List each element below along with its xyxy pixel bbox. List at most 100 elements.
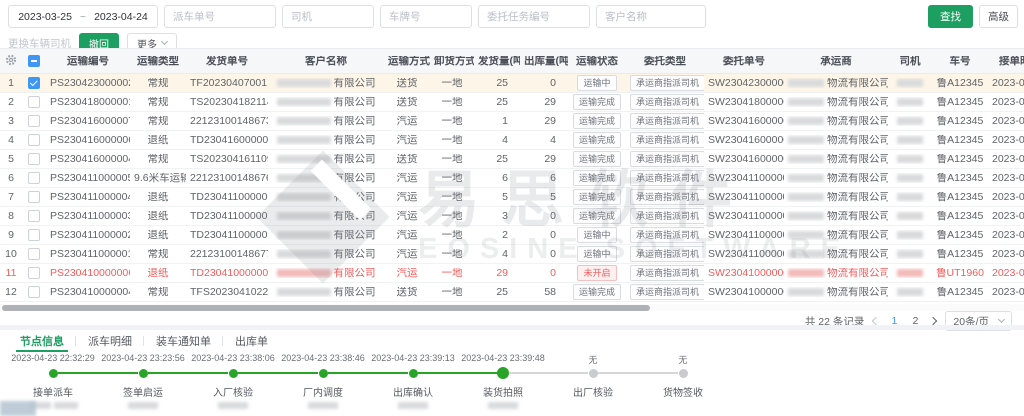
date-range-picker[interactable]: 2023-03-25 ~ 2023-04-24 xyxy=(8,5,158,28)
column-header: 车号 xyxy=(932,56,988,67)
table-header: 运输编号运输类型发货单号客户名称运输方式卸货方式发货量(吨)出库量(吨)运输状态… xyxy=(0,48,1024,74)
transport-type: 常规 xyxy=(130,97,186,108)
timeline-node: 2023-04-23 23:39:48装货拍照 xyxy=(458,353,548,406)
timeline-node-label: 签单启运 xyxy=(98,380,188,394)
transport-type: 退纸 xyxy=(130,211,186,222)
table-row[interactable]: 7PS230411000004退纸TD230411000009有限公司汽运一地5… xyxy=(0,188,1024,207)
table-row[interactable]: 10PS230411000001常规22123100148677有限公司汽运一地… xyxy=(0,245,1024,264)
timeline-node-time: 2023-04-23 23:38:06 xyxy=(188,353,278,366)
driver-input[interactable] xyxy=(282,5,374,28)
date-start[interactable]: 2023-03-25 xyxy=(18,11,72,23)
carrier-name: 物流有限公司 xyxy=(784,268,888,279)
advanced-button[interactable]: 高级 xyxy=(979,5,1018,28)
search-button[interactable]: 查找 xyxy=(928,5,973,28)
row-index: 1 xyxy=(0,78,22,89)
carrier-name: 物流有限公司 xyxy=(784,135,888,146)
row-index: 12 xyxy=(0,287,22,298)
chevron-right-icon[interactable] xyxy=(929,317,937,325)
row-checkbox[interactable] xyxy=(22,172,46,184)
ship-order-no: TD230410000009 xyxy=(186,268,268,279)
transport-status-badge: 运输完成 xyxy=(568,94,626,110)
row-checkbox[interactable] xyxy=(22,77,46,89)
timeline-connector xyxy=(148,372,228,374)
commission-no: SW230411000001 xyxy=(704,249,784,260)
driver-name xyxy=(888,97,932,108)
transport-mode: 汽运 xyxy=(384,268,430,279)
unload-mode: 一地 xyxy=(430,211,474,222)
driver-name xyxy=(888,154,932,165)
ship-qty: 25 xyxy=(474,97,520,108)
tab-dispatch-detail[interactable]: 派车明细 xyxy=(76,330,144,352)
timeline-node-dot-icon xyxy=(679,369,688,378)
row-checkbox[interactable] xyxy=(22,248,46,260)
customer-name-input[interactable] xyxy=(596,5,706,28)
ship-qty: 4 xyxy=(474,135,520,146)
table-row[interactable]: 5PS230416000004常规TS202304161109有限公司送货一地2… xyxy=(0,150,1024,169)
row-checkbox[interactable] xyxy=(22,210,46,222)
customer-name: 有限公司 xyxy=(268,135,384,146)
transport-mode: 送货 xyxy=(384,154,430,165)
out-qty: 29 xyxy=(520,116,568,127)
row-checkbox[interactable] xyxy=(22,134,46,146)
customer-name: 有限公司 xyxy=(268,211,384,222)
tab-outbound-order[interactable]: 出库单 xyxy=(223,330,280,352)
row-checkbox[interactable] xyxy=(22,115,46,127)
table-row[interactable]: 4PS230416000006退纸TD230416000002有限公司汽运一地4… xyxy=(0,131,1024,150)
table-row[interactable]: 1PS230423000002常规TF20230407001有限公司送货一地25… xyxy=(0,74,1024,93)
row-index: 3 xyxy=(0,116,22,127)
timeline-connector xyxy=(418,372,498,374)
table-row[interactable]: 11PS230410000006退纸TD230410000009有限公司汽运一地… xyxy=(0,264,1024,283)
bottom-left-blurred-overlay xyxy=(0,401,36,416)
row-checkbox[interactable] xyxy=(22,229,46,241)
scrollbar-thumb[interactable] xyxy=(2,305,650,311)
customer-name: 有限公司 xyxy=(268,230,384,241)
commission-no: SW230411000003 xyxy=(704,211,784,222)
horizontal-scrollbar[interactable] xyxy=(0,304,1024,311)
commission-no: SW230416000006 xyxy=(704,154,784,165)
tab-loading-notice[interactable]: 装车通知单 xyxy=(144,330,223,352)
table-body: 1PS230423000002常规TF20230407001有限公司送货一地25… xyxy=(0,74,1024,302)
ship-qty: 5 xyxy=(474,192,520,203)
table-row[interactable]: 12PS230410000004常规TFS202304102203有限公司送货一… xyxy=(0,283,1024,302)
transport-type: 常规 xyxy=(130,154,186,165)
tab-node-info[interactable]: 节点信息 xyxy=(8,330,76,352)
row-index: 8 xyxy=(0,211,22,222)
table-row[interactable]: 2PS230418000001常规TS202304182114有限公司送货一地2… xyxy=(0,93,1024,112)
column-header: 运输状态 xyxy=(568,56,626,67)
timeline-node-dot-icon xyxy=(139,369,148,378)
select-all-checkbox[interactable] xyxy=(22,55,46,67)
accept-time: 2023-04- xyxy=(988,211,1024,222)
table-row[interactable]: 3PS230416000007常规22123100148673有限公司汽运一地1… xyxy=(0,112,1024,131)
timeline-node: 2023-04-23 23:39:13出库确认 xyxy=(368,353,458,406)
row-checkbox[interactable] xyxy=(22,286,46,298)
transport-type: 常规 xyxy=(130,249,186,260)
table-row[interactable]: 9PS230411000002退纸TD230411000007有限公司汽运一地2… xyxy=(0,226,1024,245)
table-row[interactable]: 8PS230411000003退纸TD230411000008有限公司汽运一地3… xyxy=(0,207,1024,226)
table-row[interactable]: 6PS2304110000059.6米车运输22123100148676有限公司… xyxy=(0,169,1024,188)
chevron-left-icon[interactable] xyxy=(872,317,880,325)
column-header: 承运商 xyxy=(784,56,888,67)
filter-bar: 2023-03-25 ~ 2023-04-24 查找 高级 xyxy=(8,5,1018,28)
customer-name: 有限公司 xyxy=(268,78,384,89)
carrier-name: 物流有限公司 xyxy=(784,173,888,184)
accept-time: 2023-04- xyxy=(988,287,1024,298)
date-end[interactable]: 2023-04-24 xyxy=(94,11,148,23)
dispatch-no-input[interactable] xyxy=(164,5,276,28)
node-timeline: 2023-04-23 22:32:29接单派车2023-04-23 23:23:… xyxy=(8,353,732,406)
row-checkbox[interactable] xyxy=(22,191,46,203)
transport-mode: 汽运 xyxy=(384,116,430,127)
transport-status-badge: 运输完成 xyxy=(568,151,626,167)
column-settings-button[interactable] xyxy=(0,54,22,69)
out-qty: 0 xyxy=(520,78,568,89)
row-checkbox[interactable] xyxy=(22,96,46,108)
timeline-node-label: 出库确认 xyxy=(368,380,458,394)
commission-task-no-input[interactable] xyxy=(478,5,590,28)
ship-qty: 4 xyxy=(474,249,520,260)
row-checkbox[interactable] xyxy=(22,153,46,165)
unload-mode: 一地 xyxy=(430,78,474,89)
tms-dispatch-page: 2023-03-25 ~ 2023-04-24 查找 高级 更换车辆司机 撤回 … xyxy=(0,0,1024,416)
row-checkbox[interactable] xyxy=(22,267,46,279)
row-index: 11 xyxy=(0,268,22,279)
plate-no-input[interactable] xyxy=(380,5,472,28)
timeline-node-time: 2023-04-23 23:38:46 xyxy=(278,353,368,366)
